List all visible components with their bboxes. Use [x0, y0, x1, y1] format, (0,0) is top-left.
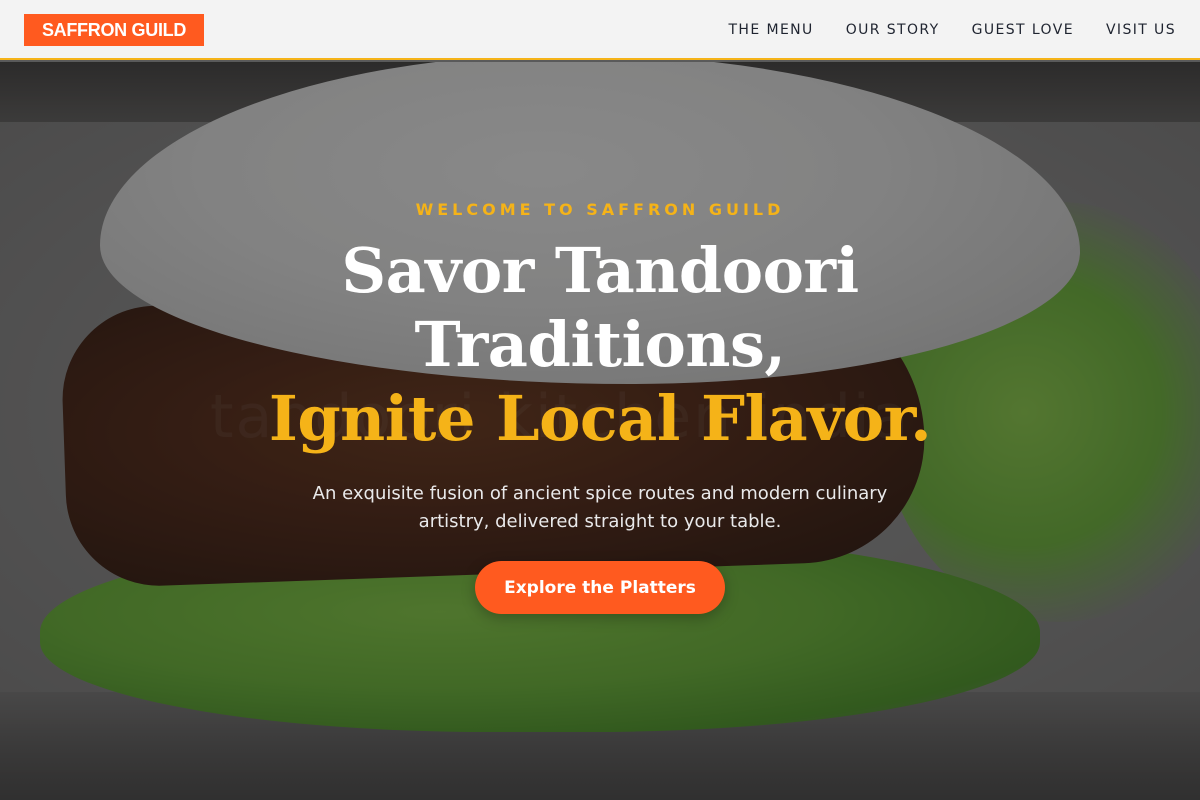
brand-logo[interactable]: SAFFRON GUILD [24, 14, 204, 46]
nav-link-visit-us[interactable]: VISIT US [1106, 22, 1176, 38]
hero-eyebrow: WELCOME TO SAFFRON GUILD [415, 200, 785, 219]
hero-headline: Savor Tandoori Traditions, Ignite Local … [0, 234, 1200, 456]
headline-accent-line: Ignite Local Flavor. [268, 382, 932, 455]
headline-line-1: Savor Tandoori [341, 234, 859, 307]
nav-link-the-menu[interactable]: THE MENU [728, 22, 813, 38]
hero-content: WELCOME TO SAFFRON GUILD Savor Tandoori … [0, 62, 1200, 800]
hero-subtitle: An exquisite fusion of ancient spice rou… [312, 483, 888, 532]
headline-line-2: Traditions, [414, 308, 786, 381]
explore-platters-button[interactable]: Explore the Platters [475, 561, 725, 614]
main-nav: THE MENU OUR STORY GUEST LOVE VISIT US [728, 0, 1176, 60]
landing-page: SAFFRON GUILD THE MENU OUR STORY GUEST L… [0, 0, 1200, 800]
nav-link-our-story[interactable]: OUR STORY [846, 22, 940, 38]
nav-link-guest-love[interactable]: GUEST LOVE [972, 22, 1074, 38]
site-header: SAFFRON GUILD THE MENU OUR STORY GUEST L… [0, 0, 1200, 60]
